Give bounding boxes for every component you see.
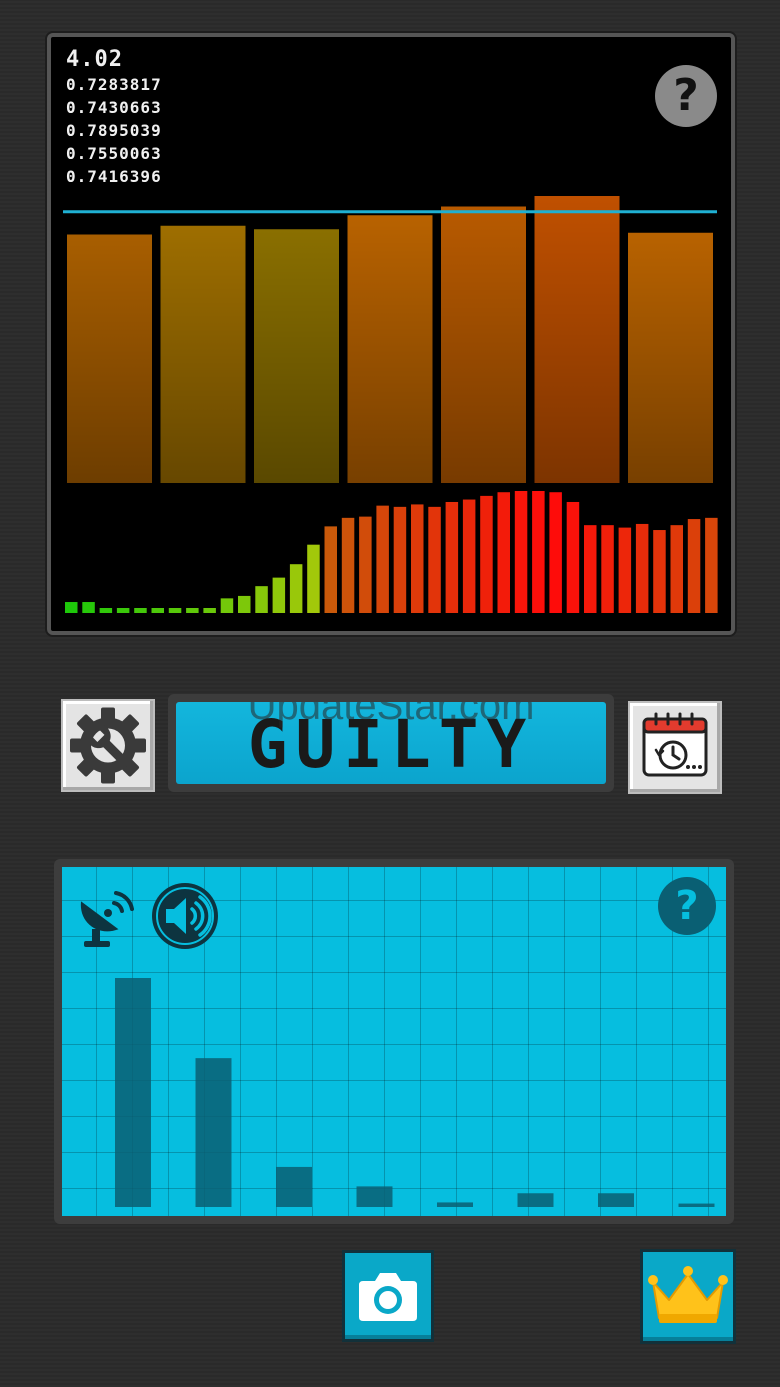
level-bar [618, 527, 632, 613]
camera-button[interactable] [342, 1250, 434, 1342]
speaker-icon[interactable] [150, 881, 220, 951]
level-bar [65, 602, 78, 613]
question-icon: ? [673, 70, 699, 121]
wrench-gear-icon [70, 707, 146, 784]
main-bar-shade [347, 215, 433, 483]
level-bar [82, 602, 95, 613]
camera-icon [359, 1273, 417, 1321]
level-bar [687, 519, 701, 613]
frequency-bar [678, 1203, 715, 1207]
readout-value: 0.7550063 [66, 144, 162, 163]
level-bar [186, 608, 199, 613]
settings-button[interactable] [61, 699, 155, 792]
signal-monitor: 4.02 0.7283817 0.7430663 0.7895039 0.755… [47, 33, 735, 635]
main-bar-shade [534, 196, 620, 483]
level-bar [341, 517, 355, 613]
level-bar [238, 595, 251, 613]
level-bar [635, 523, 649, 613]
level-bar [99, 608, 113, 613]
calendar-clock-icon [642, 712, 708, 777]
level-bar [462, 499, 476, 613]
verdict-display: GUILTY UpdateStar.com [176, 702, 606, 784]
level-bar [566, 501, 580, 613]
level-bar [376, 505, 389, 613]
level-bar [497, 492, 510, 613]
monitor-help-button[interactable]: ? [655, 65, 717, 127]
history-button[interactable] [628, 701, 722, 794]
readout-value: 0.7895039 [66, 121, 162, 140]
level-bar [151, 608, 164, 613]
level-bar [272, 577, 286, 613]
level-bar [307, 544, 320, 613]
level-bar [168, 608, 182, 613]
level-bar [532, 491, 545, 613]
level-bar [445, 501, 459, 613]
level-bar [653, 530, 666, 613]
level-bar [203, 608, 216, 613]
readout-value: 0.7430663 [66, 98, 162, 117]
level-bar [670, 525, 683, 613]
question-icon: ? [675, 883, 699, 929]
frequency-bar [195, 1058, 232, 1207]
level-bar [220, 598, 234, 613]
main-bar-shade [160, 225, 246, 483]
level-bar [116, 608, 130, 613]
readout-value: 0.7283817 [66, 75, 162, 94]
crown-icon [648, 1266, 728, 1323]
readout-main-value: 4.02 [66, 47, 123, 72]
level-bar [359, 516, 372, 613]
satellite-dish-icon[interactable] [76, 881, 140, 951]
level-bar [428, 506, 441, 613]
main-bar-shade [628, 232, 713, 483]
frequency-bar [437, 1202, 473, 1207]
frequency-panel: ? [54, 859, 734, 1224]
level-bar [255, 586, 268, 613]
frequency-bar [598, 1193, 634, 1207]
level-bar [393, 506, 407, 613]
main-bar-shade [441, 206, 526, 483]
watermark: UpdateStar.com [247, 702, 535, 728]
verdict-panel: GUILTY UpdateStar.com [168, 694, 614, 792]
frequency-help-button[interactable]: ? [658, 877, 716, 935]
frequency-bar [356, 1186, 393, 1207]
level-bar [480, 495, 493, 613]
level-bar [411, 504, 424, 613]
premium-button[interactable] [640, 1249, 736, 1344]
main-bar-shade [254, 229, 339, 483]
level-bar [549, 492, 562, 613]
level-bar [584, 525, 597, 613]
main-bar-shade [67, 234, 152, 483]
level-bar [601, 525, 614, 613]
level-bar [514, 491, 528, 613]
readout-list: 4.02 0.7283817 0.7430663 0.7895039 0.755… [66, 47, 162, 188]
frequency-bar [276, 1166, 312, 1207]
frequency-bar [517, 1193, 554, 1207]
frequency-grid: ? [62, 867, 726, 1216]
frequency-bar [115, 978, 151, 1207]
readout-value: 0.7416396 [66, 167, 162, 186]
level-bar [134, 608, 147, 613]
level-bar [705, 517, 718, 613]
level-bar [289, 564, 303, 613]
level-bar [324, 526, 337, 613]
